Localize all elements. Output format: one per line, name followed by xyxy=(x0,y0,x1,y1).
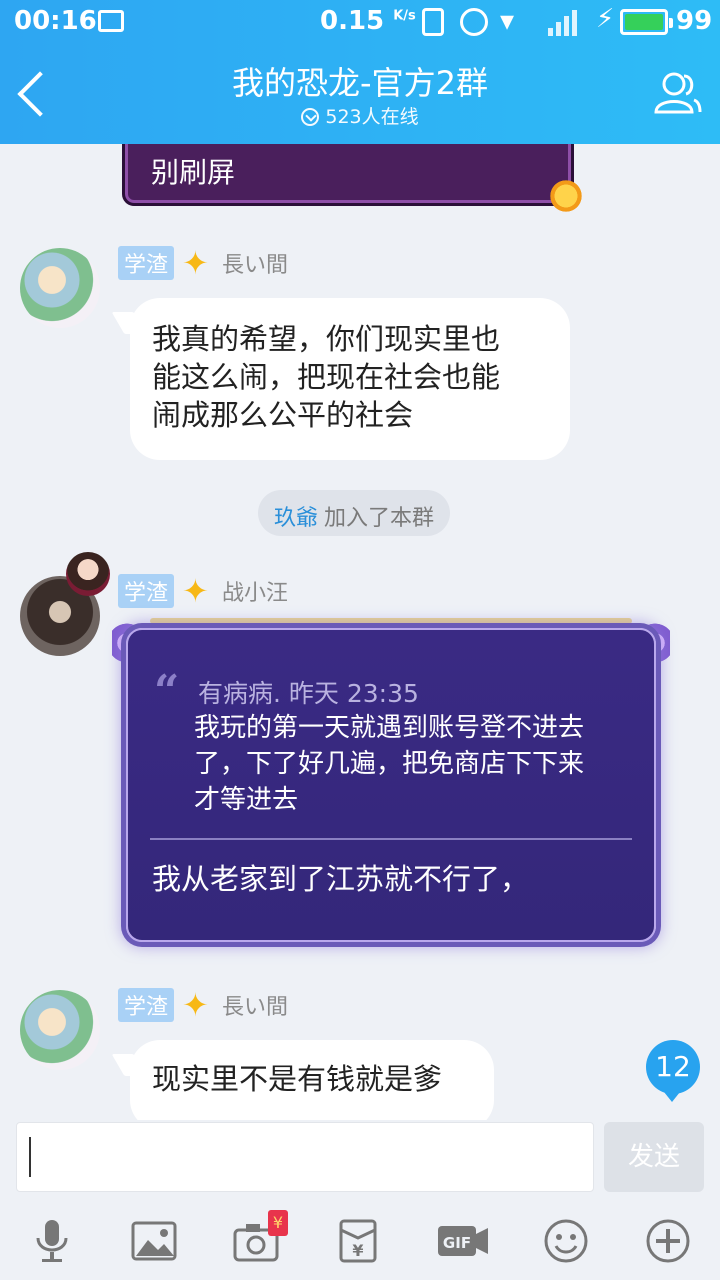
quoted-header: 有病病. 昨天 23:35 xyxy=(198,679,419,708)
signal-icon xyxy=(548,8,584,36)
unread-count-badge[interactable]: 12 xyxy=(646,1040,700,1102)
sender-row: 学渣 战小汪 xyxy=(118,572,288,610)
system-text: 加入了本群 xyxy=(324,506,435,531)
chevron-down-icon xyxy=(301,108,320,126)
red-packet-icon[interactable]: ¥ xyxy=(334,1218,382,1264)
message-line: 我真的希望，你们现实里也 xyxy=(152,322,501,356)
sun-decoration-icon xyxy=(546,176,586,216)
message-line: 能这么闹，把现在社会也能 xyxy=(152,360,501,394)
quoted-line: 才等进去 xyxy=(194,785,299,815)
svg-text:¥: ¥ xyxy=(352,1241,363,1260)
bubble-decoration xyxy=(150,618,632,624)
group-title[interactable]: 我的恐龙-官方2群 xyxy=(0,58,720,104)
alarm-icon xyxy=(460,8,488,36)
avatar-pendant-icon xyxy=(66,552,110,596)
battery-level: 99 xyxy=(676,6,713,36)
status-time: 00:16 xyxy=(14,6,97,36)
network-speed-unit: K/s xyxy=(393,8,416,24)
microphone-icon[interactable] xyxy=(28,1218,76,1264)
message-input[interactable] xyxy=(16,1122,594,1192)
input-bar: 发送 xyxy=(0,1120,720,1200)
quote-divider xyxy=(150,838,632,840)
online-count-text: 523人在线 xyxy=(325,106,419,128)
status-bar: 00:16 0.15 K/s ▾ ⚡ 99 xyxy=(0,0,720,44)
red-packet-badge-icon: ¥ xyxy=(268,1210,288,1236)
network-speed: 0.15 K/s xyxy=(320,6,416,36)
online-count[interactable]: 523人在线 xyxy=(0,102,720,129)
message-bubble[interactable]: 我真的希望，你们现实里也 能这么闹，把现在社会也能 闹成那么公平的社会 xyxy=(130,298,570,460)
member-title-badge: 学渣 xyxy=(118,574,175,608)
member-title-badge: 学渣 xyxy=(118,246,175,280)
quoted-line: 了，下了好几遍，把免商店下下来 xyxy=(194,749,585,779)
quote-icon: “ xyxy=(154,666,180,717)
svg-text:GIF: GIF xyxy=(443,1234,471,1252)
sender-name[interactable]: 長い間 xyxy=(222,989,288,1021)
member-title-badge: 学渣 xyxy=(118,988,175,1022)
top-bar: 00:16 0.15 K/s ▾ ⚡ 99 我的恐龙-官方2群 523人在线 xyxy=(0,0,720,144)
bottom-toolbar: ¥ ¥ GIF xyxy=(0,1200,720,1280)
avatar[interactable] xyxy=(20,248,100,328)
avatar[interactable] xyxy=(20,990,100,1070)
message-line: 闹成那么公平的社会 xyxy=(152,398,414,432)
fancy-message-bubble[interactable]: 别刷屏 xyxy=(122,144,574,206)
battery-icon xyxy=(620,9,673,35)
group-members-button[interactable] xyxy=(650,66,704,120)
sender-name[interactable]: 战小汪 xyxy=(222,575,288,607)
quote-message-bubble[interactable]: “ 有病病. 昨天 23:35 我玩的第一天就遇到账号登不进去 了，下了好几遍，… xyxy=(126,628,656,942)
network-speed-value: 0.15 xyxy=(320,6,385,36)
quoted-text: 我玩的第一天就遇到账号登不进去 了，下了好几遍，把免商店下下来 才等进去 xyxy=(194,710,624,818)
message-text: 别刷屏 xyxy=(151,156,236,189)
message-bubble[interactable]: 现实里不是有钱就是爹 xyxy=(130,1040,494,1120)
diamond-star-icon xyxy=(182,986,212,1024)
diamond-star-icon xyxy=(182,244,212,282)
message-line: 现实里不是有钱就是爹 xyxy=(152,1062,443,1096)
sender-row: 学渣 長い間 xyxy=(118,244,288,282)
quoted-line: 我玩的第一天就遇到账号登不进去 xyxy=(194,713,585,743)
charging-icon: ⚡ xyxy=(596,4,615,34)
wifi-icon: ▾ xyxy=(500,4,515,37)
star-icon xyxy=(182,572,212,610)
plus-icon[interactable] xyxy=(644,1218,692,1264)
emoji-icon[interactable] xyxy=(542,1218,590,1264)
system-join-notice: 玖爺 加入了本群 xyxy=(258,490,451,536)
image-icon[interactable] xyxy=(130,1218,178,1264)
sender-name[interactable]: 長い間 xyxy=(222,247,288,279)
send-button[interactable]: 发送 xyxy=(604,1122,704,1192)
vibrate-icon xyxy=(422,8,444,36)
reply-text: 我从老家到了江苏就不行了， xyxy=(152,862,530,896)
joined-user-name[interactable]: 玖爺 xyxy=(274,506,318,531)
members-icon xyxy=(654,72,702,114)
chat-area[interactable]: 别刷屏 学渣 長い間 我真的希望，你们现实里也 能这么闹，把现在社会也能 闹成那… xyxy=(0,144,720,1120)
gallery-notification-icon xyxy=(98,10,124,32)
gif-icon[interactable]: GIF xyxy=(436,1218,490,1264)
text-caret xyxy=(29,1137,31,1177)
sender-row: 学渣 長い間 xyxy=(118,986,288,1024)
